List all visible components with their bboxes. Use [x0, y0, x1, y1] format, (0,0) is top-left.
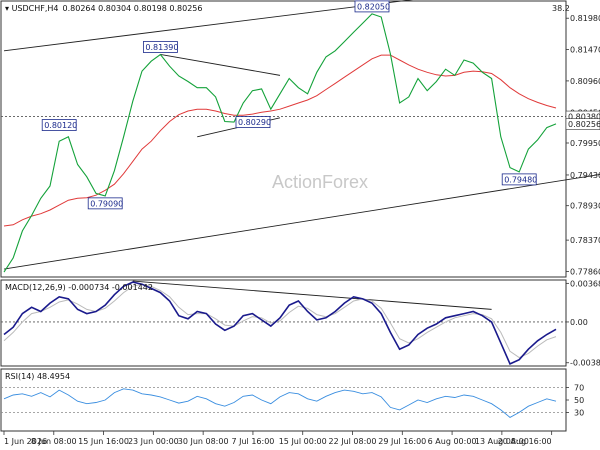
- price-panel-border: [0, 0, 567, 278]
- annotation-2: 0.80290: [235, 116, 271, 128]
- price-series: [3, 13, 557, 273]
- watermark: ActionForex: [272, 172, 368, 192]
- macd-y-tick-label: 0.00: [570, 318, 588, 327]
- macd-trendline: [132, 280, 492, 310]
- y-tick-label: 0.79430: [570, 171, 600, 180]
- y-tick-label: 0.80960: [570, 77, 600, 86]
- x-tick-label: 20 Aug 16:00: [498, 437, 552, 446]
- rsi-series: [3, 388, 557, 418]
- symbol-label: USDCHF,H4: [12, 4, 59, 13]
- annotation-1: 0.81390: [142, 41, 178, 53]
- ohlc-values: 0.80264 0.80304 0.80198 0.80256: [63, 4, 203, 13]
- x-tick-label: 23 Jun 00:00: [128, 437, 179, 446]
- price-panel: 0.80120 0.81390 0.80290 0.82050 0.79090 0.794…: [0, 0, 600, 278]
- trendline-1: [3, 173, 600, 270]
- symbol-header: ▾ USDCHF,H4 0.80264 0.80304 0.80198 0.802…: [5, 4, 202, 13]
- rsi-y-tick-label: 50: [574, 396, 584, 405]
- trendline-2: [160, 54, 281, 76]
- y-tick-label: 0.81470: [570, 46, 600, 55]
- rsi-y-tick-label: 70: [574, 384, 584, 393]
- macd-line: [3, 281, 557, 365]
- macd-y-tick-label: 0.00368: [570, 279, 600, 288]
- price-y-axis: 0.819800.814700.809600.804500.799500.794…: [565, 14, 600, 276]
- current-price-tag-label: 0.80256: [568, 120, 600, 129]
- top-right-value: 38.2: [552, 4, 570, 13]
- rsi-panel: RSI(14) 48.4954: [0, 368, 567, 432]
- x-tick-label: 8 Jun 08:00: [31, 437, 77, 446]
- macd-y-axis: 0.00368 0.00 -0.00389: [566, 279, 600, 368]
- macd-panel: MACD(12,26,9) -0.000734 -0.001442: [0, 279, 567, 367]
- x-tick-label: 6 Aug 00:00: [428, 437, 477, 446]
- time-axis: 1 Jun 20268 Jun 08:00 15 Jun 16:0023 Jun …: [3, 431, 553, 446]
- annotation-label: 0.80120: [44, 121, 77, 130]
- x-tick-label: 15 Jul 00:00: [279, 437, 327, 446]
- x-tick-label: 22 Jul 08:00: [329, 437, 377, 446]
- x-tick-label: 7 Jul 16:00: [231, 437, 274, 446]
- macd-title: MACD(12,26,9) -0.000734 -0.001442: [5, 283, 153, 292]
- annotation-label: 0.82050: [357, 2, 390, 11]
- y-tick-label: 0.81980: [570, 14, 600, 23]
- moving-average-line: [3, 54, 557, 227]
- price-line: [3, 13, 557, 273]
- annotation-5: 0.79480: [501, 173, 537, 186]
- macd-signal-line: [3, 283, 557, 359]
- annotation-3: 0.82050: [354, 0, 390, 13]
- macd-y-tick-label: -0.00389: [570, 359, 600, 368]
- price-trendlines: [3, 0, 600, 270]
- x-tick-label: 30 Jun 08:00: [178, 437, 229, 446]
- annotation-label: 0.80290: [238, 118, 271, 127]
- y-tick-label: 0.77860: [570, 267, 600, 276]
- y-tick-label: 0.79950: [570, 139, 600, 148]
- annotation-4: 0.79090: [87, 197, 123, 210]
- annotation-label: 0.81390: [145, 43, 178, 52]
- current-price-tag: 0.80256: [565, 118, 600, 130]
- rsi-title: RSI(14) 48.4954: [5, 372, 70, 381]
- y-tick-label: 0.78370: [570, 236, 600, 245]
- price-chart: 0.80120 0.81390 0.80290 0.82050 0.79090 0.794…: [0, 0, 600, 446]
- y-tick-label: 0.78930: [570, 202, 600, 211]
- x-tick-label: 15 Jun 16:00: [78, 437, 129, 446]
- macd-series: [3, 281, 557, 365]
- rsi-y-tick-label: 30: [574, 408, 584, 417]
- x-tick-label: 29 Jul 16:00: [378, 437, 426, 446]
- annotation-0: 0.80120: [41, 119, 77, 131]
- rsi-y-axis: 70 50 30: [566, 384, 584, 417]
- annotation-label: 0.79090: [90, 199, 123, 208]
- rsi-line: [3, 388, 557, 418]
- annotation-label: 0.79480: [504, 175, 537, 184]
- macd-trendline-0: [132, 280, 492, 310]
